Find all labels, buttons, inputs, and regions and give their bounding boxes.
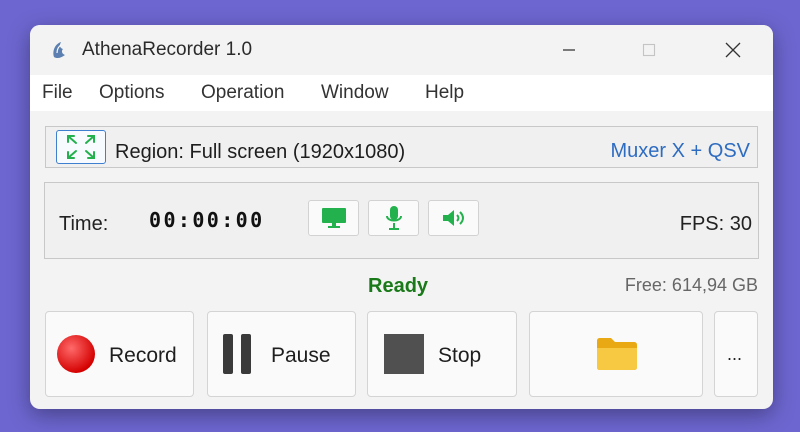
speaker-icon — [442, 210, 464, 226]
more-label: ... — [727, 344, 743, 364]
stop-label: Stop — [438, 344, 482, 367]
encoder-link[interactable]: Muxer X + QSV — [611, 140, 751, 163]
menu-bar: File Options Operation Window Help — [30, 75, 773, 111]
app-window: AthenaRecorder 1.0 File Options Operatio… — [30, 25, 773, 409]
microphone-toggle[interactable] — [368, 200, 419, 236]
menu-help[interactable]: Help — [425, 82, 464, 104]
record-icon — [57, 335, 95, 373]
minimize-button[interactable] — [546, 33, 592, 67]
menu-operation[interactable]: Operation — [201, 82, 284, 104]
close-icon — [725, 42, 741, 58]
minimize-icon — [563, 49, 575, 51]
folder-icon — [597, 338, 637, 370]
menu-options[interactable]: Options — [99, 82, 164, 104]
menu-window[interactable]: Window — [321, 82, 389, 104]
window-title: AthenaRecorder 1.0 — [82, 39, 253, 60]
record-button[interactable]: Record — [45, 311, 194, 397]
microphone-icon — [385, 206, 402, 230]
monitor-icon — [321, 208, 346, 228]
stop-button[interactable]: Stop — [367, 311, 517, 397]
fullscreen-expand-icon — [67, 135, 95, 159]
timer-panel: Time: 00:00:00 FPS: 30 — [44, 182, 759, 259]
speaker-toggle[interactable] — [428, 200, 479, 236]
stop-icon — [384, 334, 424, 374]
free-space-readout: Free: 614,94 GB — [624, 275, 758, 295]
close-button[interactable] — [710, 33, 756, 67]
app-logo-icon — [48, 39, 70, 61]
pause-button[interactable]: Pause — [207, 311, 356, 397]
pause-icon — [223, 334, 251, 374]
maximize-icon — [642, 43, 656, 57]
pause-label: Pause — [271, 344, 331, 367]
fps-readout: FPS: 30 — [679, 213, 752, 235]
time-value: 00:00:00 — [149, 208, 265, 232]
select-region-button[interactable] — [56, 130, 106, 164]
region-panel: Region: Full screen (1920x1080) Muxer X … — [45, 126, 758, 168]
more-button[interactable]: ... — [714, 311, 758, 397]
time-label: Time: — [59, 213, 109, 235]
open-folder-button[interactable] — [529, 311, 703, 397]
record-label: Record — [109, 344, 177, 367]
region-label: Region: Full screen (1920x1080) — [115, 141, 406, 163]
screen-source-toggle[interactable] — [308, 200, 359, 236]
menu-file[interactable]: File — [42, 82, 73, 104]
title-bar[interactable]: AthenaRecorder 1.0 — [30, 25, 773, 75]
maximize-button[interactable] — [626, 33, 672, 67]
status-text: Ready — [368, 275, 429, 297]
